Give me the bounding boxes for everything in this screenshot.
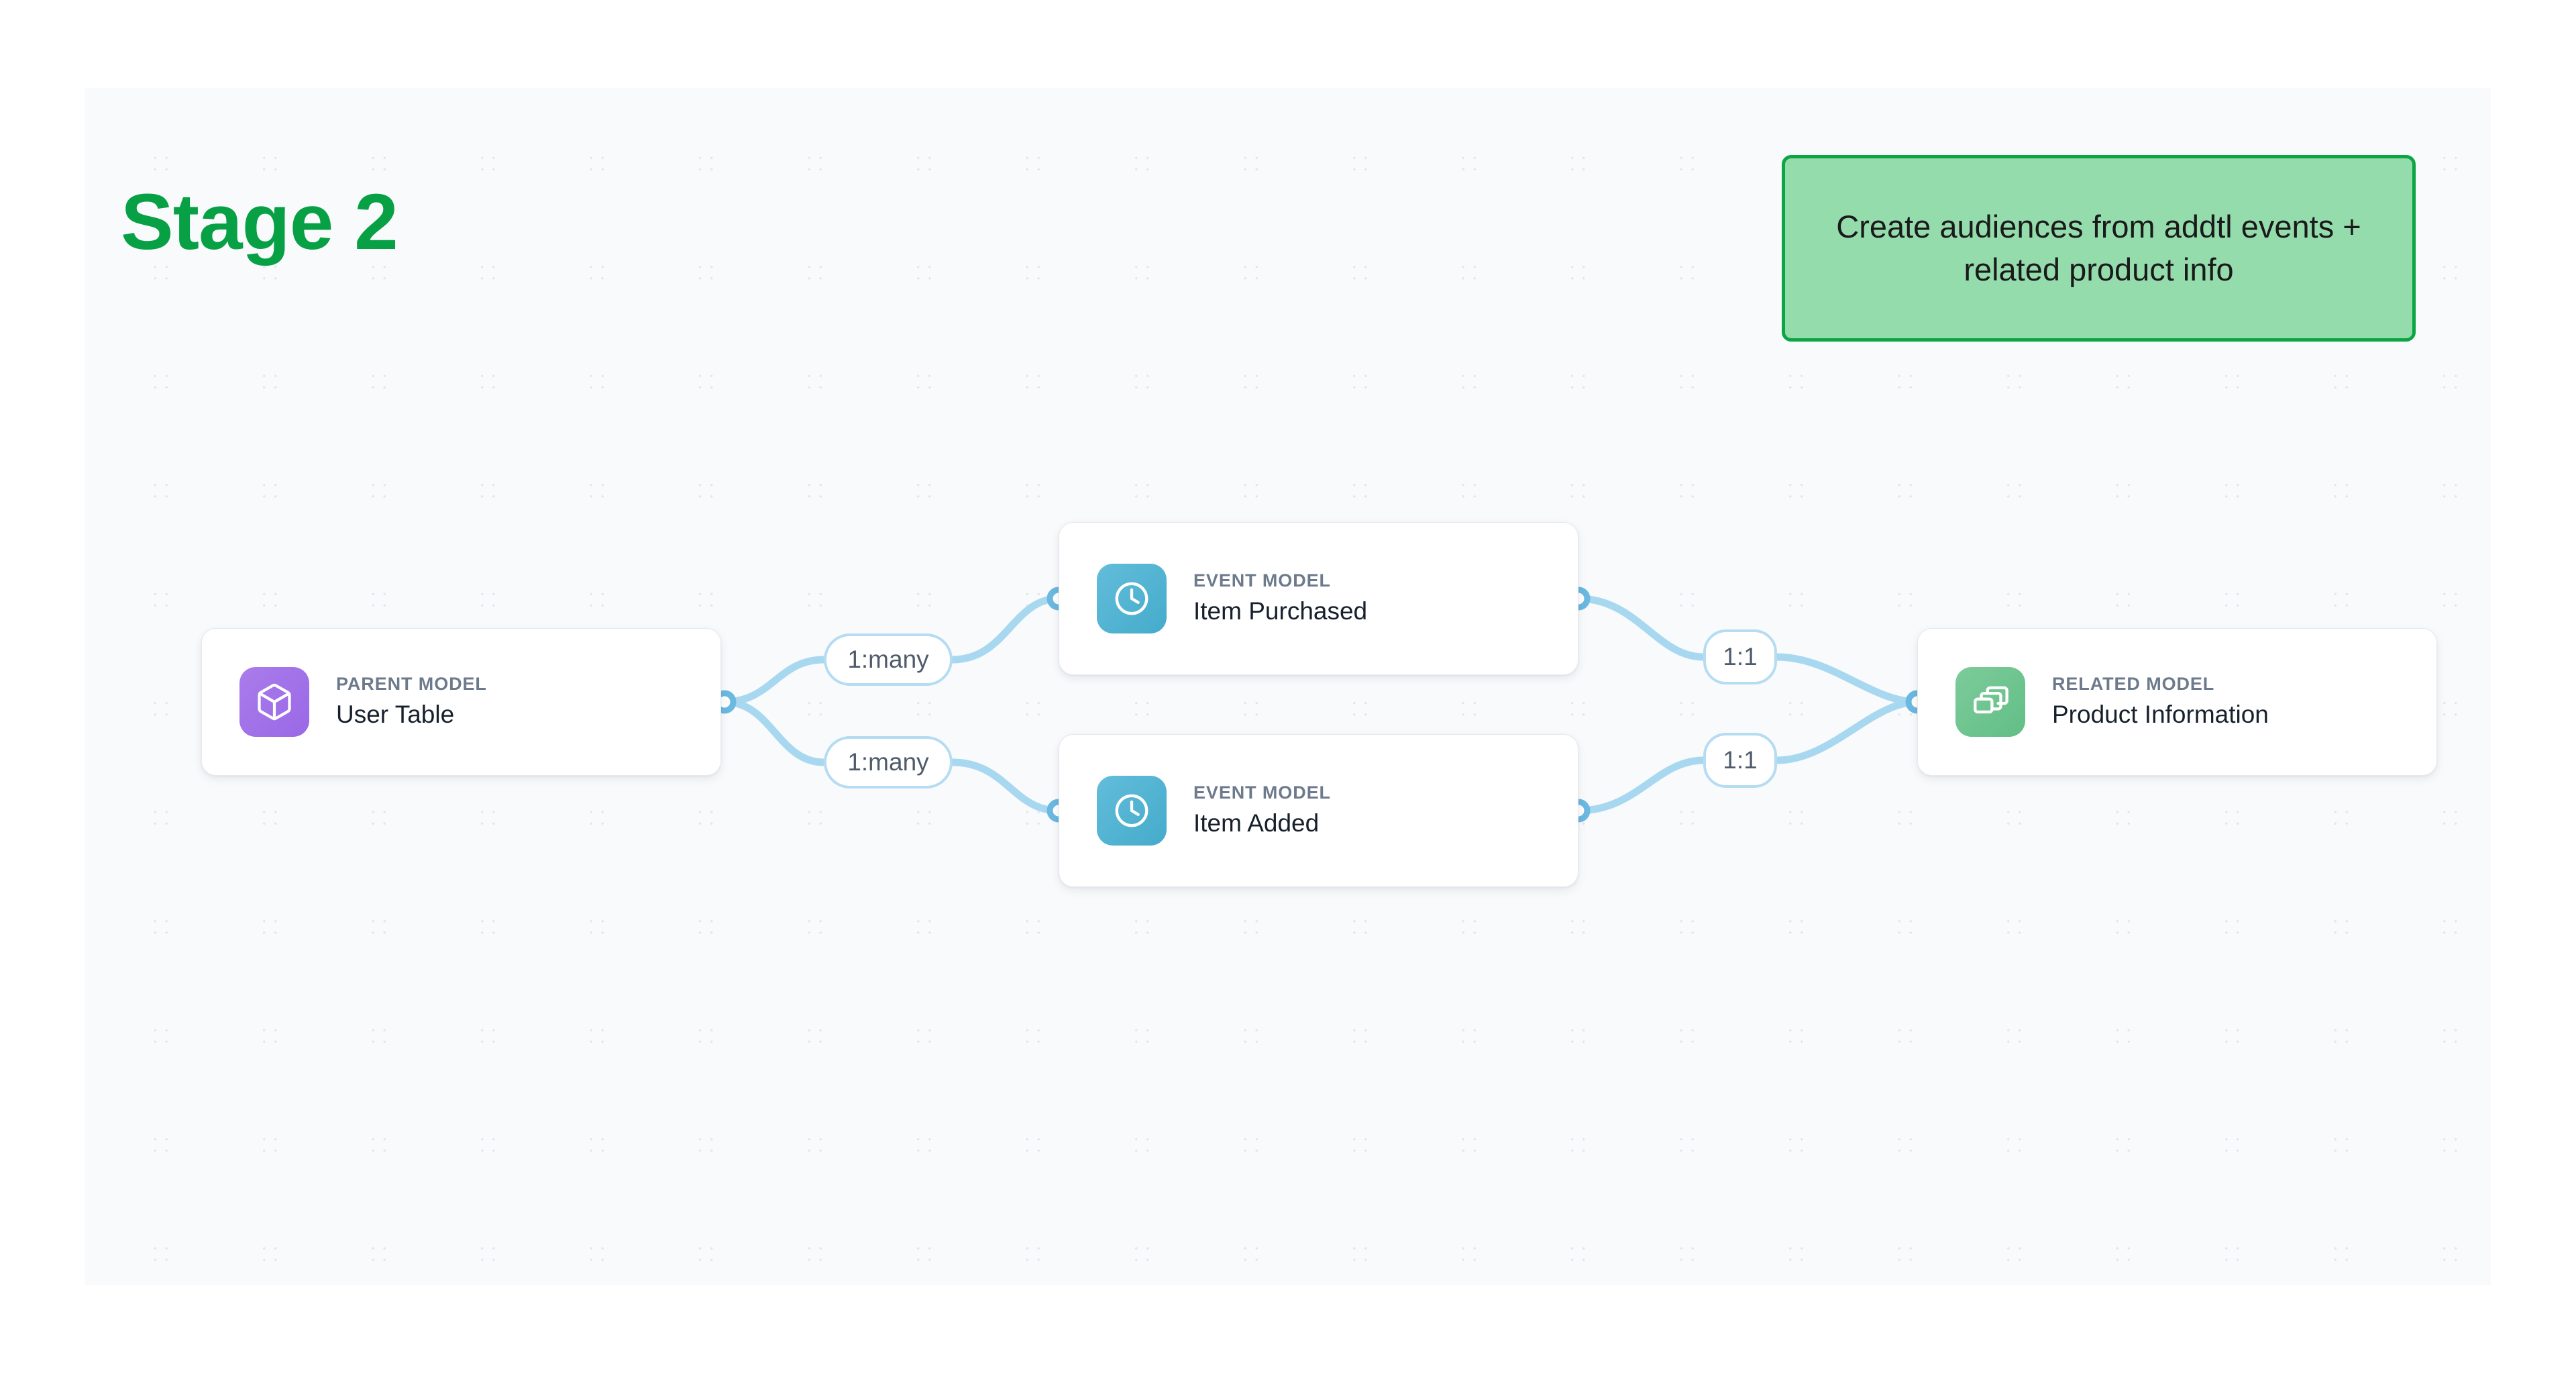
- layers-icon: [1955, 667, 2025, 737]
- clock-icon: [1097, 776, 1167, 846]
- node-text: RELATED MODEL Product Information: [2052, 673, 2269, 731]
- diagram-root: Stage 2 Create audiences from addtl even…: [0, 0, 2576, 1373]
- clock-icon: [1097, 564, 1167, 633]
- node-name-label: Item Added: [1193, 807, 1331, 840]
- node-text: EVENT MODEL Item Added: [1193, 782, 1331, 840]
- node-text: PARENT MODEL User Table: [336, 673, 487, 731]
- node-kind-label: RELATED MODEL: [2052, 673, 2269, 696]
- page-title: Stage 2: [121, 183, 398, 262]
- edge-label-cardinality[interactable]: 1:1: [1703, 629, 1777, 684]
- node-parent-model[interactable]: PARENT MODEL User Table: [201, 628, 721, 776]
- edge-label-cardinality[interactable]: 1:1: [1703, 733, 1777, 788]
- node-name-label: Product Information: [2052, 699, 2269, 731]
- node-related-model[interactable]: RELATED MODEL Product Information: [1917, 628, 2437, 776]
- cube-icon: [239, 667, 309, 737]
- node-text: EVENT MODEL Item Purchased: [1193, 570, 1367, 628]
- node-event-model-item-purchased[interactable]: EVENT MODEL Item Purchased: [1059, 522, 1578, 675]
- node-name-label: Item Purchased: [1193, 595, 1367, 627]
- edge-label-cardinality[interactable]: 1:many: [824, 633, 953, 686]
- node-kind-label: PARENT MODEL: [336, 673, 487, 696]
- callout-box: Create audiences from addtl events + rel…: [1782, 155, 2416, 342]
- node-event-model-item-added[interactable]: EVENT MODEL Item Added: [1059, 734, 1578, 887]
- node-kind-label: EVENT MODEL: [1193, 570, 1367, 593]
- node-name-label: User Table: [336, 699, 487, 731]
- node-kind-label: EVENT MODEL: [1193, 782, 1331, 805]
- edge-label-cardinality[interactable]: 1:many: [824, 736, 953, 789]
- callout-text: Create audiences from addtl events + rel…: [1803, 205, 2395, 291]
